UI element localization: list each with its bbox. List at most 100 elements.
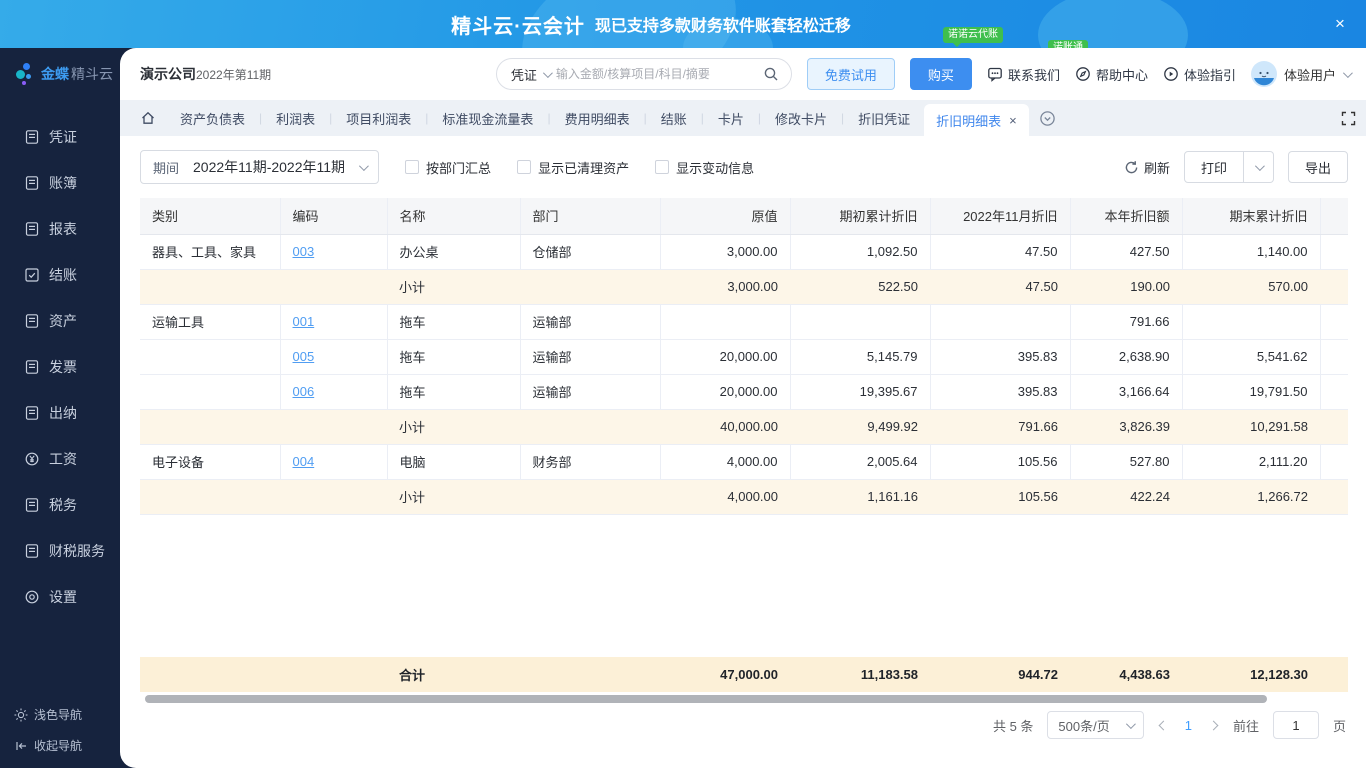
sidebar-item-voucher[interactable]: 凭证 — [0, 114, 120, 160]
topbar: 演示公司2022年第11期 凭证 免费试用 购买 联系我们 帮助中心 体验指引 — [120, 48, 1366, 100]
checkbox-dept-summary[interactable]: 按部门汇总 — [405, 158, 491, 177]
sidebar-item-closing[interactable]: 结账 — [0, 252, 120, 298]
table-cell: 电脑 — [387, 444, 521, 480]
asset-code-link[interactable]: 003 — [293, 244, 315, 259]
print-dropdown-button[interactable] — [1243, 151, 1274, 183]
subtotal-row: 小计 4,000.00 1,161.16 105.56 422.24 1,266.72 — [140, 479, 1348, 515]
home-tab-icon[interactable] — [140, 110, 156, 126]
checkbox-show-changes-box[interactable] — [655, 160, 670, 174]
banner-close-icon[interactable]: × — [1328, 12, 1352, 36]
light-nav-toggle[interactable]: 浅色导航 — [14, 706, 120, 723]
next-page-icon[interactable] — [1208, 720, 1219, 730]
table-cell — [1320, 374, 1348, 410]
total-cell: 47,000.00 — [660, 657, 790, 692]
tab-expense-detail[interactable]: 费用明细表 — [551, 109, 644, 128]
print-button[interactable]: 打印 — [1183, 151, 1244, 183]
total-cell: 12,128.30 — [1182, 657, 1320, 692]
search-input[interactable] — [555, 67, 757, 81]
sidebar-item-settings[interactable]: 设置 — [0, 574, 120, 620]
refresh-button[interactable]: 刷新 — [1124, 158, 1170, 177]
search-category-select[interactable]: 凭证 — [511, 65, 537, 84]
close-tab-icon[interactable]: × — [1009, 114, 1017, 127]
column-header: 原值 — [660, 198, 791, 235]
help-center-link[interactable]: 帮助中心 — [1075, 65, 1148, 84]
tab-history-icon[interactable] — [1039, 110, 1056, 127]
sidebar-item-report-label: 报表 — [49, 221, 77, 237]
table-cell: 190.00 — [1070, 269, 1182, 305]
tab-project-income[interactable]: 项目利润表 — [332, 109, 425, 128]
sidebar-item-fiscal-service[interactable]: 财税服务 — [0, 528, 120, 574]
sidebar-item-ledger[interactable]: 账簿 — [0, 160, 120, 206]
prev-page-icon[interactable] — [1158, 720, 1169, 730]
table-cell: 20,000.00 — [660, 374, 791, 410]
fullscreen-icon[interactable] — [1341, 111, 1356, 126]
user-menu[interactable]: 体验用户 — [1250, 61, 1353, 87]
company-period: 演示公司2022年第11期 — [140, 64, 271, 84]
table-cell — [660, 304, 791, 340]
table-cell — [140, 269, 280, 305]
checkbox-dept-summary-box[interactable] — [405, 160, 420, 174]
sidebar-item-report[interactable]: 报表 — [0, 206, 120, 252]
asset-code-link[interactable]: 001 — [293, 314, 315, 329]
depreciation-table: 类别 编码 名称 部门 原值 期初累计折旧 2022年11月折旧 本年折旧额 期末累计折旧 器具… — [140, 198, 1348, 703]
sidebar-item-asset-label: 资产 — [49, 313, 77, 329]
tab-depr-detail[interactable]: 折旧明细表 × — [924, 104, 1029, 136]
table-cell: 105.56 — [930, 479, 1070, 515]
sidebar-item-asset[interactable]: 资产 — [0, 298, 120, 344]
refresh-icon — [1125, 160, 1138, 173]
checkbox-show-changes[interactable]: 显示变动信息 — [655, 158, 754, 177]
table-cell — [140, 339, 281, 375]
export-button[interactable]: 导出 — [1287, 151, 1348, 183]
buy-button[interactable]: 购买 — [909, 58, 972, 90]
sidebar-item-payroll[interactable]: 工资 — [0, 436, 120, 482]
chat-icon — [988, 67, 1002, 82]
table-header-row: 类别 编码 名称 部门 原值 期初累计折旧 2022年11月折旧 本年折旧额 期末累计折旧 — [140, 198, 1348, 235]
horizontal-scrollbar — [140, 695, 1348, 703]
table-cell: 3,000.00 — [660, 269, 790, 305]
voucher-icon — [25, 130, 39, 144]
free-trial-button[interactable]: 免费试用 — [806, 58, 895, 90]
sun-icon — [14, 708, 28, 721]
page-size-select[interactable]: 500条/页 — [1047, 711, 1144, 739]
table-cell: 2,005.64 — [790, 444, 931, 480]
column-header: 期末累计折旧 — [1182, 198, 1321, 235]
asset-code-link[interactable]: 005 — [293, 349, 315, 364]
tab-balance-sheet[interactable]: 资产负债表 — [166, 109, 259, 128]
subtotal-row: 小计 40,000.00 9,499.92 791.66 3,826.39 10,291.… — [140, 409, 1348, 445]
search-icon[interactable] — [763, 66, 779, 82]
sidebar-item-cashier[interactable]: 出纳 — [0, 390, 120, 436]
scrollbar-thumb[interactable] — [145, 695, 1267, 703]
sidebar-item-tax[interactable]: 税务 — [0, 482, 120, 528]
tab-card[interactable]: 卡片 — [704, 109, 758, 128]
chevron-down-icon — [1254, 160, 1265, 171]
goto-page-input[interactable] — [1272, 711, 1319, 739]
asset-code-link[interactable]: 006 — [293, 384, 315, 399]
collapse-nav-toggle[interactable]: 收起导航 — [14, 737, 120, 754]
current-page[interactable]: 1 — [1183, 718, 1194, 733]
table-row: 电子设备 004 电脑 财务部 4,000.00 2,005.64 105.56 527.80… — [140, 444, 1348, 480]
tab-income-statement[interactable]: 利润表 — [262, 109, 329, 128]
tab-closing[interactable]: 结账 — [647, 109, 701, 128]
contact-us-link[interactable]: 联系我们 — [987, 65, 1060, 84]
asset-code-link[interactable]: 004 — [293, 454, 315, 469]
table-cell: 运输工具 — [140, 304, 281, 340]
tab-depr-voucher[interactable]: 折旧凭证 — [844, 109, 924, 128]
tab-edit-card[interactable]: 修改卡片 — [761, 109, 841, 128]
table-cell — [520, 269, 660, 305]
table-cell: 拖车 — [387, 374, 521, 410]
total-row: 合计 47,000.00 11,183.58 944.72 4,438.63 12,128… — [140, 657, 1348, 692]
sidebar-item-closing-label: 结账 — [49, 267, 77, 283]
checkbox-show-cleared[interactable]: 显示已清理资产 — [517, 158, 629, 177]
checkbox-show-cleared-box[interactable] — [517, 160, 532, 174]
table-cell: 3,166.64 — [1070, 374, 1183, 410]
guide-link[interactable]: 体验指引 — [1163, 65, 1236, 84]
table-cell: 器具、工具、家具 — [140, 234, 281, 270]
table-cell — [280, 269, 387, 305]
tab-cash-flow[interactable]: 标准现金流量表 — [428, 109, 547, 128]
collapse-icon — [16, 741, 26, 750]
total-cell — [280, 657, 387, 692]
period-select[interactable]: 期间 2022年11期-2022年11期 — [140, 150, 380, 184]
main-panel: 演示公司2022年第11期 凭证 免费试用 购买 联系我们 帮助中心 体验指引 — [120, 48, 1366, 768]
table-cell: 001 — [280, 304, 388, 340]
sidebar-item-invoice[interactable]: 发票 — [0, 344, 120, 390]
